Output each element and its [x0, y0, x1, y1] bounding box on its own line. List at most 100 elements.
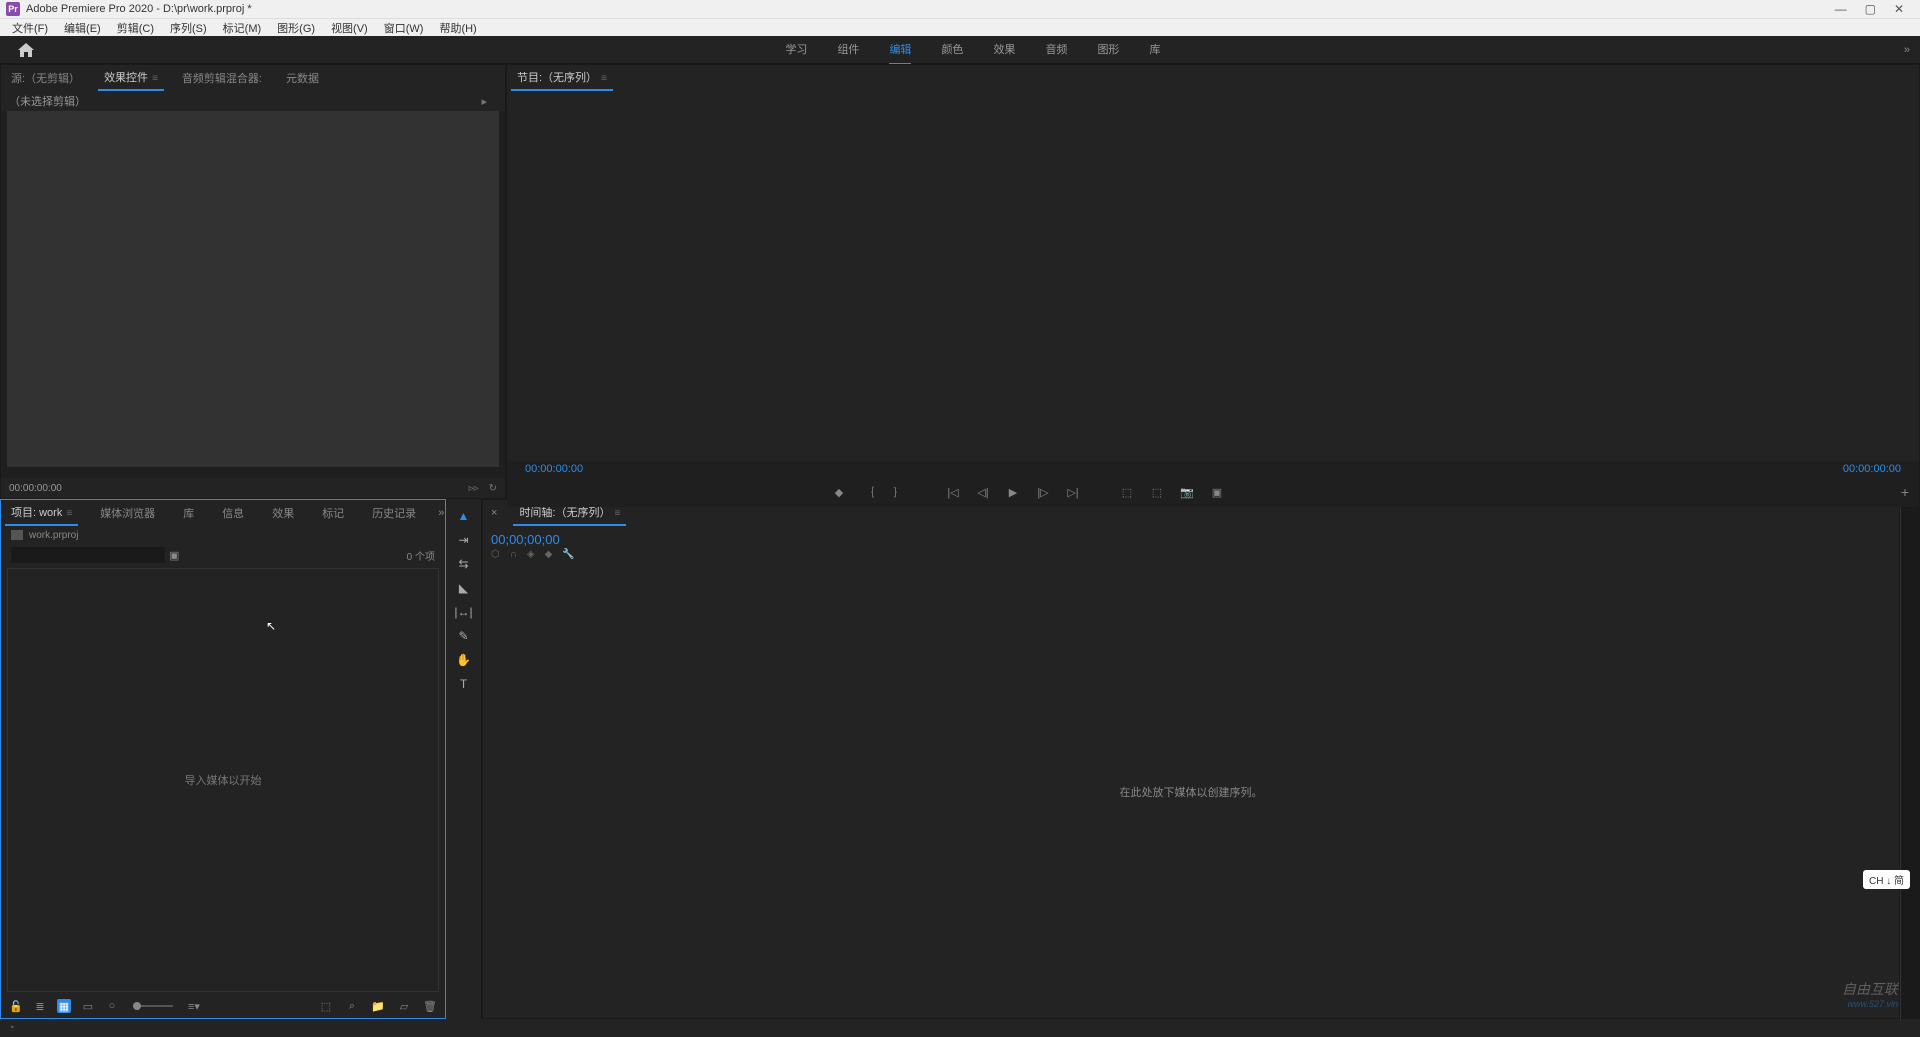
- workspace-tab-graphics[interactable]: 图形: [1097, 35, 1119, 65]
- freeform-view-icon[interactable]: ▭: [81, 999, 95, 1013]
- timeline-link-icon[interactable]: ∩: [510, 549, 517, 560]
- track-select-tool[interactable]: ⇥: [454, 531, 474, 549]
- list-view-icon[interactable]: ≣: [33, 999, 47, 1013]
- workspace-tab-edit[interactable]: 编辑: [889, 35, 911, 65]
- find-icon[interactable]: ⌕: [345, 999, 359, 1013]
- workspace-tab-color[interactable]: 颜色: [941, 35, 963, 65]
- timeline-body[interactable]: 在此处放下媒体以创建序列。: [483, 566, 1899, 1018]
- project-drop-zone[interactable]: 导入媒体以开始 ↖: [7, 568, 439, 992]
- home-icon[interactable]: [10, 39, 42, 61]
- maximize-button[interactable]: ▢: [1865, 2, 1876, 16]
- timeline-settings-icon[interactable]: ◆: [545, 549, 553, 560]
- menu-graphics[interactable]: 图形(G): [269, 20, 323, 36]
- tab-audio-clip-mixer[interactable]: 音频剪辑混合器:: [176, 66, 268, 90]
- panel-menu-icon[interactable]: ≡: [615, 508, 621, 519]
- extract-icon[interactable]: ⬚: [1149, 486, 1165, 499]
- workspace-tab-assembly[interactable]: 组件: [837, 35, 859, 65]
- menu-file[interactable]: 文件(F): [4, 20, 56, 36]
- hand-tool[interactable]: ✋: [454, 651, 474, 669]
- ripple-edit-tool[interactable]: ⇆: [454, 555, 474, 573]
- menu-view[interactable]: 视图(V): [323, 20, 376, 36]
- tab-library[interactable]: 库: [177, 501, 200, 525]
- in-point-icon[interactable]: ｛: [861, 484, 877, 500]
- tab-project[interactable]: 项目: work≡: [5, 500, 78, 526]
- timeline-timecode[interactable]: 00;00;00;00: [491, 532, 1891, 547]
- program-timecode-left: 00:00:00:00: [525, 463, 583, 475]
- tab-media-browser[interactable]: 媒体浏览器: [94, 501, 161, 525]
- menu-edit[interactable]: 编辑(E): [56, 20, 109, 36]
- source-panel: 源:（无剪辑） 效果控件≡ 音频剪辑混合器: 元数据 （未选择剪辑） ▸ 00:…: [0, 64, 506, 499]
- timeline-panel: × 时间轴:（无序列）≡ 00;00;00;00 ⬡ ∩ ◈ ◆ 🔧 在此处放下…: [482, 499, 1900, 1019]
- play-icon[interactable]: ▶: [1005, 486, 1021, 499]
- timeline-wrench-icon[interactable]: 🔧: [562, 549, 574, 560]
- step-forward-icon[interactable]: |▷: [1035, 486, 1051, 499]
- comparison-icon[interactable]: ▣: [1209, 486, 1225, 499]
- timeline-snap-icon[interactable]: ⬡: [491, 549, 500, 560]
- go-to-out-icon[interactable]: ▷|: [1065, 486, 1081, 499]
- audio-meters: [1900, 499, 1920, 1019]
- type-tool[interactable]: T: [454, 675, 474, 693]
- thumbnail-zoom-slider[interactable]: [133, 1005, 173, 1007]
- pen-tool[interactable]: ✎: [454, 627, 474, 645]
- lift-icon[interactable]: ⬚: [1119, 486, 1135, 499]
- tab-history[interactable]: 历史记录: [366, 501, 422, 525]
- writable-icon[interactable]: 🔓: [9, 999, 23, 1013]
- workspace-overflow-icon[interactable]: »: [1904, 44, 1910, 56]
- program-controls: ◆ ｛ ｝ |◁ ◁| ▶ |▷ ▷| ⬚ ⬚ 📷 ▣ +: [507, 477, 1919, 507]
- new-bin-icon[interactable]: 📁: [371, 999, 385, 1013]
- tab-markers[interactable]: 标记: [316, 501, 350, 525]
- menu-help[interactable]: 帮助(H): [431, 20, 484, 36]
- menu-bar: 文件(F) 编辑(E) 剪辑(C) 序列(S) 标记(M) 图形(G) 视图(V…: [0, 18, 1920, 36]
- source-play-icon[interactable]: ▹▹: [469, 483, 479, 494]
- out-point-icon[interactable]: ｝: [891, 484, 907, 500]
- expand-arrow-icon[interactable]: ▸: [481, 95, 487, 108]
- tab-source[interactable]: 源:（无剪辑）: [5, 66, 86, 90]
- go-to-in-icon[interactable]: |◁: [945, 486, 961, 499]
- timeline-marker-icon[interactable]: ◈: [527, 549, 535, 560]
- tab-effects[interactable]: 效果: [266, 501, 300, 525]
- delete-icon[interactable]: 🗑: [423, 999, 437, 1013]
- menu-clip[interactable]: 剪辑(C): [109, 20, 162, 36]
- project-item-count: 0 个项: [407, 548, 435, 563]
- panel-menu-icon[interactable]: ≡: [601, 73, 607, 84]
- selection-tool[interactable]: ▲: [454, 507, 474, 525]
- sort-icon[interactable]: ≡▾: [187, 999, 201, 1013]
- ime-badge[interactable]: CH ↓ 简: [1863, 870, 1910, 889]
- timeline-header: 00;00;00;00 ⬡ ∩ ◈ ◆ 🔧: [483, 526, 1899, 566]
- project-panel-tabs: 项目: work≡ 媒体浏览器 库 信息 效果 标记 历史记录 »: [1, 500, 445, 526]
- close-button[interactable]: ✕: [1894, 2, 1904, 16]
- workspace-tab-library[interactable]: 库: [1149, 35, 1160, 65]
- export-frame-icon[interactable]: 📷: [1179, 486, 1195, 499]
- marker-icon[interactable]: ◆: [831, 486, 847, 499]
- panel-menu-icon[interactable]: ≡: [66, 508, 72, 519]
- minimize-button[interactable]: —: [1835, 2, 1847, 16]
- source-timecode: 00:00:00:00: [9, 483, 62, 494]
- tab-effect-controls[interactable]: 效果控件≡: [98, 65, 164, 91]
- step-back-icon[interactable]: ◁|: [975, 486, 991, 499]
- slip-tool[interactable]: |↔|: [454, 603, 474, 621]
- workspace-tab-effects[interactable]: 效果: [993, 35, 1015, 65]
- menu-window[interactable]: 窗口(W): [376, 20, 432, 36]
- new-item-icon[interactable]: ▱: [397, 999, 411, 1013]
- tab-info[interactable]: 信息: [216, 501, 250, 525]
- workspace-tabs: 学习 组件 编辑 颜色 效果 音频 图形 库: [785, 35, 1160, 65]
- project-file-row: work.prproj: [1, 526, 445, 544]
- workspace-tab-audio[interactable]: 音频: [1045, 35, 1067, 65]
- workspace-tab-learn[interactable]: 学习: [785, 35, 807, 65]
- add-control-icon[interactable]: +: [1901, 484, 1909, 500]
- project-tabs-overflow-icon[interactable]: »: [438, 507, 444, 519]
- panel-menu-icon[interactable]: ≡: [152, 73, 158, 84]
- icon-view-icon[interactable]: ▦: [57, 999, 71, 1013]
- zoom-slider-icon: ○: [105, 999, 119, 1013]
- source-loop-icon[interactable]: ↻: [489, 483, 497, 494]
- timeline-close-icon[interactable]: ×: [491, 507, 497, 519]
- automate-sequence-icon[interactable]: ⬚: [319, 999, 333, 1013]
- tab-program[interactable]: 节目:（无序列）≡: [511, 65, 613, 91]
- tab-metadata[interactable]: 元数据: [280, 66, 325, 90]
- filter-icon[interactable]: ▣: [169, 549, 179, 562]
- source-footer: 00:00:00:00 ▹▹ ↻: [1, 478, 505, 498]
- razor-tool[interactable]: ◣: [454, 579, 474, 597]
- menu-sequence[interactable]: 序列(S): [162, 20, 215, 36]
- project-search-input[interactable]: [11, 547, 165, 563]
- menu-marker[interactable]: 标记(M): [215, 20, 270, 36]
